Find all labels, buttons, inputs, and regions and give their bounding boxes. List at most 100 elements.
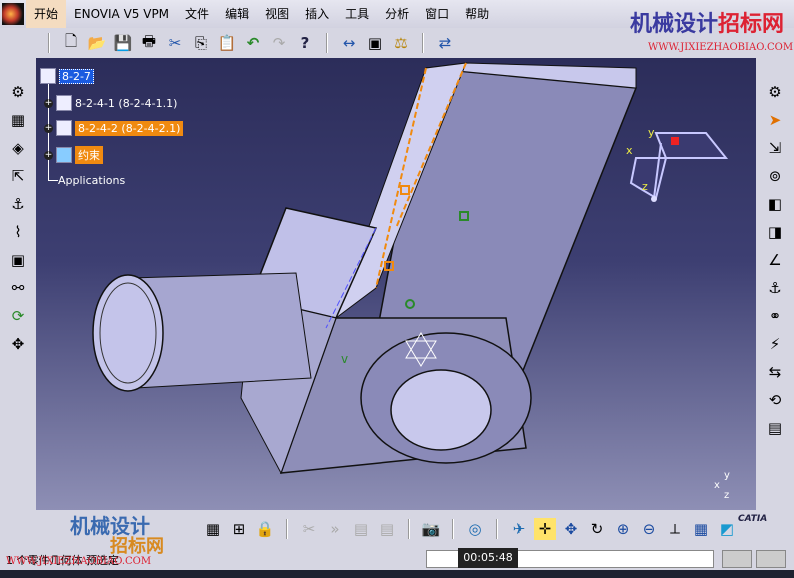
update-icon[interactable]: ⟳ [7,305,29,327]
undo-icon[interactable]: ↶ [242,32,264,54]
offset-constraint-icon[interactable]: ◨ [764,221,786,243]
tree-line [48,180,58,181]
change-constraint-icon[interactable]: ⟲ [764,389,786,411]
copy-icon[interactable]: ⎘ [190,32,212,54]
fix-together-icon[interactable]: ⚭ [764,305,786,327]
taskbar [0,570,794,578]
v-marker: v [341,352,348,366]
paste-icon[interactable]: 📋 [216,32,238,54]
toolbar-separator [452,519,454,539]
axis-y-label: y [724,470,730,481]
menu-enovia[interactable]: ENOVIA V5 VPM [66,0,177,28]
anchor-icon[interactable]: ⚓ [7,193,29,215]
doc-disabled-icon[interactable]: ▤ [350,518,372,540]
next-icon[interactable]: » [324,518,346,540]
tree-item[interactable]: + 8-2-4-2 (8-2-4-2.1) [44,120,184,136]
snap-icon[interactable]: ▣ [7,249,29,271]
explode-icon[interactable]: ⚯ [7,277,29,299]
catia-logo-icon[interactable] [2,3,24,25]
redo-icon[interactable]: ↷ [268,32,290,54]
lock-icon[interactable]: 🔒 [254,518,276,540]
fix-component-icon[interactable]: ⚙ [7,81,29,103]
right-toolbar: ⚙ ➤ ⇲ ⊚ ◧ ◨ ∠ ⚓ ⚭ ⚡ ⇆ ⟲ ▤ [756,58,794,510]
select-mode-icon[interactable]: ⇲ [764,137,786,159]
iso-view-icon[interactable]: ◩ [716,518,738,540]
fix-constraint-icon[interactable]: ⚓ [764,277,786,299]
tree-root-label[interactable]: 8-2-7 [59,68,94,84]
menu-window[interactable]: 窗口 [417,0,457,28]
clip-icon[interactable]: ⌇ [7,221,29,243]
toolbar-separator [496,519,498,539]
tree-item-label[interactable]: 8-2-4-2 (8-2-4-2.1) [75,120,184,136]
normal-view-icon[interactable]: ⟂ [664,518,686,540]
doc-disabled-icon[interactable]: ▤ [376,518,398,540]
rotate-icon[interactable]: ↻ [586,518,608,540]
tree-applications[interactable]: Applications [58,174,125,187]
expand-icon[interactable]: + [44,98,53,108]
menu-start[interactable]: 开始 [26,0,67,28]
3d-viewport[interactable]: v x y z 8-2-7 + 8-2-4-1 (8-2-4-1.1) + 8-… [36,58,756,510]
zoom-out-icon[interactable]: ⊖ [638,518,660,540]
render-icon[interactable]: ◎ [464,518,486,540]
menu-file[interactable]: 文件 [177,0,217,28]
compass-y-label: y [648,126,655,139]
product-icon [40,68,56,84]
new-icon[interactable]: 🗋 [60,32,82,54]
compass-x-label: x [626,144,633,157]
tree-icon[interactable]: ⊞ [228,518,250,540]
tree-item-label[interactable]: 8-2-4-1 (8-2-4-1.1) [75,97,177,110]
open-icon[interactable]: 📂 [86,32,108,54]
watermark-url: WWW.JIXIEZHAOBIAO.COM [648,42,794,53]
fit-all-icon[interactable]: ✛ [534,518,556,540]
coincidence-constraint-icon[interactable]: ⊚ [764,165,786,187]
angle-constraint-icon[interactable]: ∠ [764,249,786,271]
tree-item[interactable]: + 8-2-4-1 (8-2-4-1.1) [44,95,177,111]
status-button-2[interactable] [756,550,786,568]
save-icon[interactable]: 💾 [112,32,134,54]
manipulate-icon[interactable]: ⇱ [7,165,29,187]
zoom-in-icon[interactable]: ⊕ [612,518,634,540]
menu-help[interactable]: 帮助 [457,0,497,28]
existing-component-icon[interactable]: ▦ [7,109,29,131]
weight-icon[interactable]: ⚖ [390,32,412,54]
multi-view-icon[interactable]: ▦ [690,518,712,540]
status-button-1[interactable] [722,550,752,568]
tree-root[interactable]: 8-2-7 [40,68,94,84]
menu-edit[interactable]: 编辑 [217,0,257,28]
constraints-icon [56,147,72,163]
bom-icon[interactable]: ▦ [202,518,224,540]
watermark-title: 机械设计 [630,12,719,37]
flexible-icon[interactable]: ⇆ [764,361,786,383]
tree-item-label[interactable]: 约束 [75,146,103,164]
select-arrow-icon[interactable]: ➤ [764,109,786,131]
reuse-pattern-icon[interactable]: ▤ [764,417,786,439]
tree-item[interactable]: + 约束 [44,146,103,164]
whats-this-icon[interactable]: ? [294,32,316,54]
menu-insert[interactable]: 插入 [297,0,337,28]
multi-instantiate-icon[interactable]: ✥ [7,333,29,355]
menu-view[interactable]: 视图 [257,0,297,28]
inertia-icon[interactable]: ▣ [364,32,386,54]
contact-constraint-icon[interactable]: ◧ [764,193,786,215]
toolbar-separator [326,33,328,53]
tool-disabled-icon[interactable]: ✂ [298,518,320,540]
capture-icon[interactable]: 📷 [420,518,442,540]
shaft-end [92,274,164,392]
menu-analyze[interactable]: 分析 [377,0,417,28]
expand-icon[interactable]: + [44,150,53,160]
measure-icon[interactable]: ↔ [338,32,360,54]
print-icon[interactable]: 🖶 [138,32,160,54]
part-icon [56,95,72,111]
catalog-icon[interactable]: ⇄ [434,32,456,54]
menu-tools[interactable]: 工具 [337,0,377,28]
fly-mode-icon[interactable]: ✈ [508,518,530,540]
tree-item-label[interactable]: Applications [58,174,125,187]
new-product-icon[interactable]: ◈ [7,137,29,159]
settings-icon[interactable]: ⚙ [764,81,786,103]
catia-brand: CATIA [738,514,768,524]
pan-icon[interactable]: ✥ [560,518,582,540]
watermark-bottom-orange: 招标网 [110,536,164,557]
quick-constraint-icon[interactable]: ⚡ [764,333,786,355]
expand-icon[interactable]: + [44,123,53,133]
cut-icon[interactable]: ✂ [164,32,186,54]
